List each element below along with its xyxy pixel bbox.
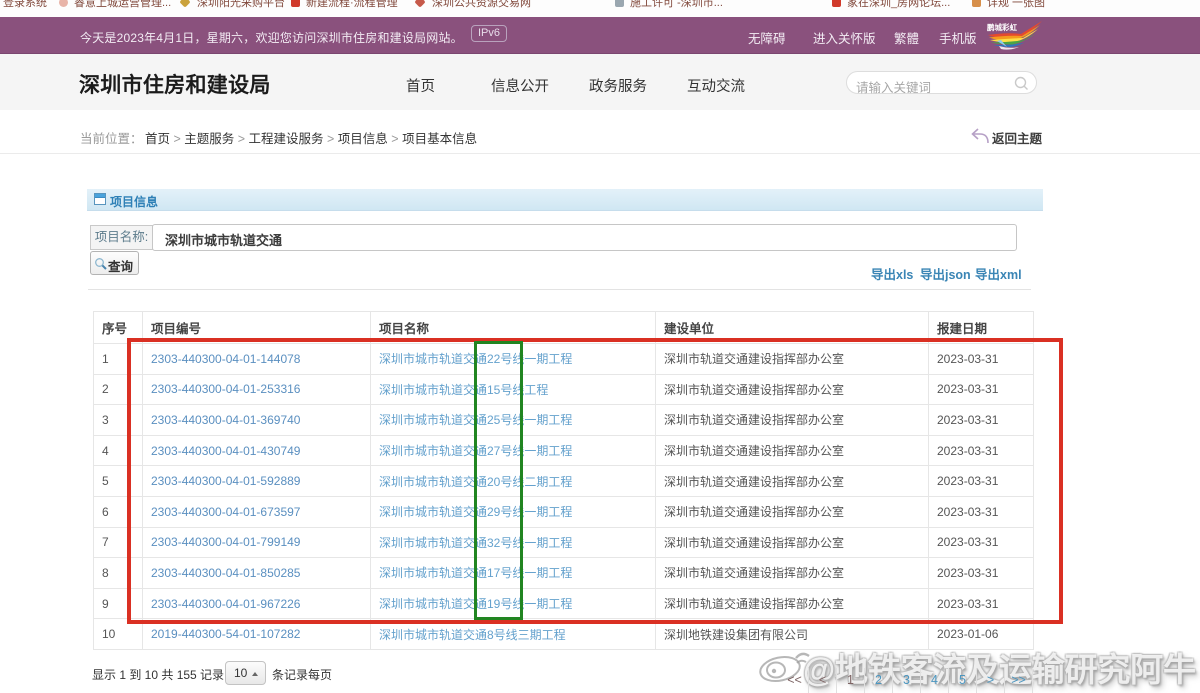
svg-text:鹏城彩虹: 鹏城彩虹 <box>987 22 1017 32</box>
